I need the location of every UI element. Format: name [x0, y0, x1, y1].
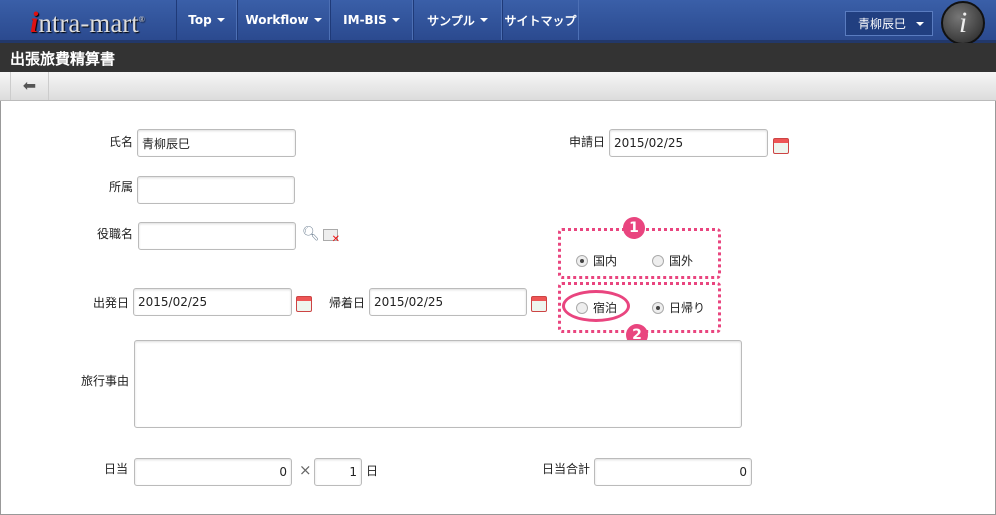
- name-label: 氏名: [108, 135, 133, 149]
- radio-overseas[interactable]: 国外: [652, 252, 693, 269]
- nav-top[interactable]: Top: [176, 0, 237, 40]
- clear-icon[interactable]: ✕: [323, 229, 340, 245]
- caret-down-icon: [916, 21, 925, 26]
- daily-total-input[interactable]: [594, 458, 752, 486]
- radio-dot: [652, 254, 664, 267]
- reason-textarea[interactable]: [134, 340, 742, 428]
- caret-down-icon: [313, 18, 322, 22]
- nav-label: Workflow: [245, 13, 309, 27]
- marker-1: 1: [623, 217, 645, 239]
- daily-total-label: 日当合計: [541, 462, 590, 476]
- depart-date-input[interactable]: [133, 288, 292, 316]
- nav-workflow[interactable]: Workflow: [237, 0, 330, 40]
- radio-label: 日帰り: [669, 301, 706, 315]
- position-label: 役職名: [96, 227, 133, 241]
- nav-sitemap[interactable]: サイトマップ: [502, 0, 579, 40]
- radio-label: 国外: [669, 254, 694, 268]
- radio-dot: [576, 254, 588, 267]
- daily-label: 日当: [103, 462, 128, 476]
- calendar-icon[interactable]: [773, 138, 789, 154]
- nav-label: サイトマップ: [504, 13, 577, 28]
- calendar-icon[interactable]: [531, 296, 547, 312]
- caret-down-icon: [391, 18, 400, 22]
- page-title: 出張旅費精算書: [0, 43, 996, 72]
- days-input[interactable]: [314, 458, 362, 486]
- radio-overnight[interactable]: 宿泊: [576, 299, 617, 316]
- radio-domestic[interactable]: 国内: [576, 252, 617, 269]
- nav-label: Top: [188, 13, 212, 27]
- search-icon[interactable]: 🔍︎: [302, 226, 320, 242]
- user-menu[interactable]: 青柳辰巳: [845, 11, 933, 36]
- back-arrow-icon[interactable]: ⬅: [10, 72, 49, 100]
- nav-sample[interactable]: サンプル: [413, 0, 502, 40]
- daily-allowance-input[interactable]: [134, 458, 292, 486]
- apply-date-label: 申請日: [568, 135, 605, 149]
- nav-label: IM-BIS: [343, 13, 387, 27]
- radio-dot: [576, 301, 588, 314]
- radio-label: 国内: [593, 254, 618, 268]
- return-label: 帰着日: [328, 296, 365, 310]
- reason-label: 旅行事由: [80, 374, 129, 388]
- nav-im-bis[interactable]: IM-BIS: [330, 0, 413, 40]
- intra-mart-logo[interactable]: intra-mart®: [30, 6, 145, 40]
- dept-input[interactable]: [137, 176, 295, 204]
- radio-daytrip[interactable]: 日帰り: [652, 299, 705, 316]
- days-unit: 日: [366, 464, 379, 478]
- nav-label: サンプル: [427, 13, 475, 28]
- user-name: 青柳辰巳: [858, 17, 907, 31]
- apply-date-input[interactable]: [609, 129, 768, 157]
- dept-label: 所属: [108, 180, 133, 194]
- caret-down-icon: [479, 18, 488, 22]
- info-icon[interactable]: i: [941, 1, 985, 45]
- return-date-input[interactable]: [369, 288, 527, 316]
- times-sign: ×: [299, 461, 312, 479]
- radio-dot: [652, 301, 664, 314]
- name-input[interactable]: [137, 129, 296, 157]
- position-input[interactable]: [138, 222, 296, 250]
- caret-down-icon: [216, 18, 225, 22]
- radio-label: 宿泊: [593, 301, 618, 315]
- toolbar: [0, 72, 996, 101]
- depart-label: 出発日: [92, 296, 129, 310]
